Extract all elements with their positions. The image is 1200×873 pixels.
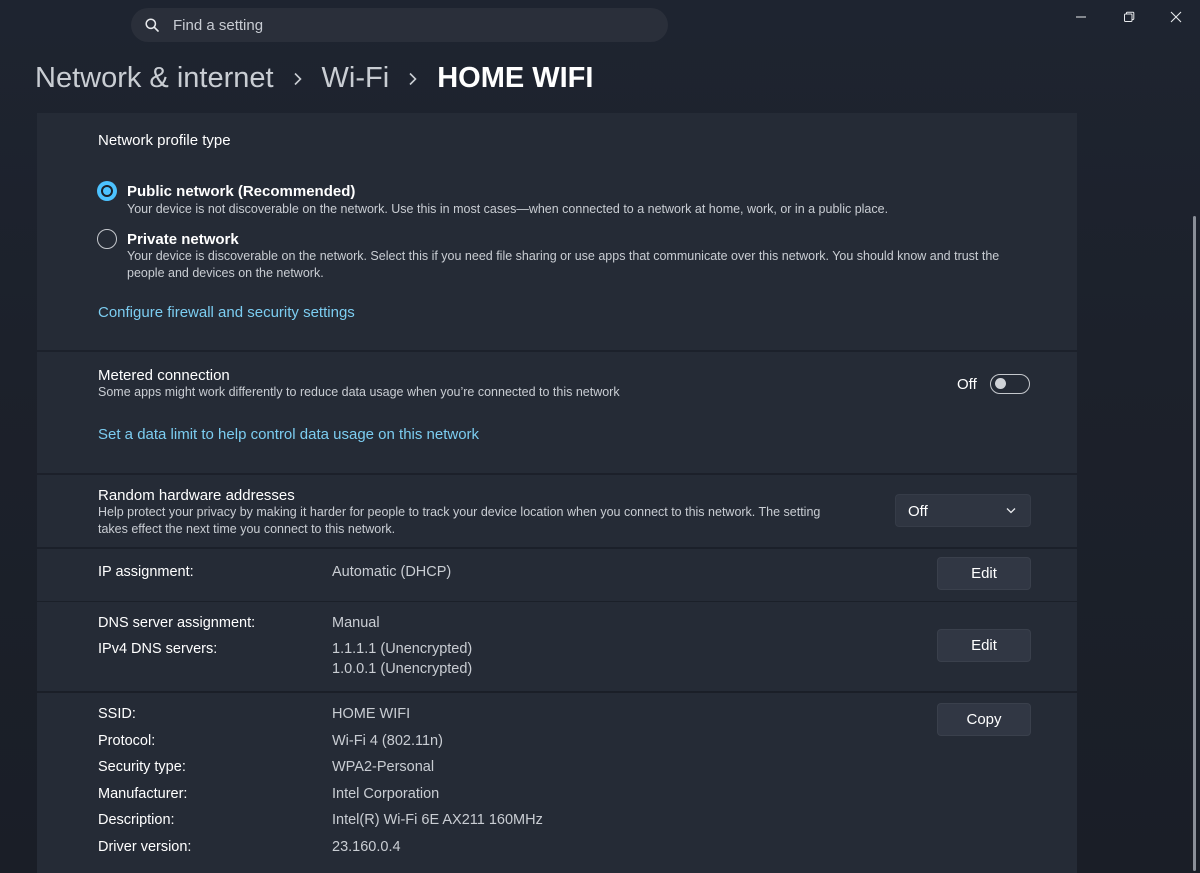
- minimize-button[interactable]: [1058, 2, 1104, 32]
- ssid-label: SSID:: [98, 706, 136, 722]
- dns-card: DNS server assignment: Manual IPv4 DNS s…: [37, 602, 1077, 691]
- metered-connection-toggle[interactable]: [990, 374, 1030, 394]
- metered-connection-title: Metered connection: [98, 367, 230, 384]
- public-network-description: Your device is not discoverable on the n…: [127, 202, 889, 216]
- breadcrumb-item-wifi[interactable]: Wi-Fi: [322, 62, 390, 95]
- metered-toggle-state: Off: [957, 376, 977, 393]
- driver-version-value: 23.160.0.4: [332, 839, 401, 855]
- ip-edit-button[interactable]: Edit: [937, 557, 1031, 590]
- close-button[interactable]: [1153, 2, 1199, 32]
- search-icon: [145, 18, 159, 32]
- private-network-description-line-1: Your device is discoverable on the netwo…: [127, 249, 1000, 263]
- metered-connection-description: Some apps might work differently to redu…: [98, 385, 620, 399]
- restore-icon: [1124, 11, 1135, 22]
- random-hardware-card: Random hardware addresses Help protect y…: [37, 475, 1077, 547]
- random-hardware-title: Random hardware addresses: [98, 487, 295, 504]
- restore-button[interactable]: [1106, 2, 1152, 32]
- random-hardware-description-line-1: Help protect your privacy by making it h…: [98, 505, 821, 519]
- dns-edit-button[interactable]: Edit: [937, 629, 1031, 662]
- random-hardware-description-line-2: takes effect the next time you connect t…: [98, 522, 396, 536]
- chevron-right-icon: [274, 62, 322, 95]
- manufacturer-label: Manufacturer:: [98, 786, 188, 802]
- chevron-right-icon: [389, 62, 437, 95]
- random-hardware-dropdown[interactable]: Off: [895, 494, 1031, 527]
- toggle-knob: [995, 378, 1006, 389]
- chevron-down-icon: [1006, 508, 1016, 514]
- private-network-description-line-2: people and devices on the network.: [127, 266, 324, 280]
- network-profile-card: Network profile type Public network (Rec…: [37, 113, 1077, 350]
- protocol-value: Wi-Fi 4 (802.11n): [332, 733, 443, 749]
- protocol-label: Protocol:: [98, 733, 156, 749]
- ipv4-dns-server-2: 1.0.0.1 (Unencrypted): [332, 661, 473, 677]
- ip-assignment-card: IP assignment: Automatic (DHCP) Edit: [37, 549, 1077, 601]
- firewall-settings-link[interactable]: Configure firewall and security settings: [98, 304, 355, 321]
- page-title: HOME WIFI: [437, 61, 594, 94]
- description-label: Description:: [98, 812, 175, 828]
- dns-assignment-label: DNS server assignment:: [98, 615, 256, 631]
- security-type-value: WPA2-Personal: [332, 759, 435, 775]
- driver-version-label: Driver version:: [98, 839, 192, 855]
- public-network-radio[interactable]: [97, 181, 117, 201]
- breadcrumb-item-network[interactable]: Network & internet: [35, 62, 274, 95]
- copy-button[interactable]: Copy: [937, 703, 1031, 736]
- metered-connection-card: Metered connection Some apps might work …: [37, 352, 1077, 473]
- ip-assignment-label: IP assignment:: [98, 564, 194, 580]
- network-profile-title: Network profile type: [98, 132, 231, 149]
- description-value: Intel(R) Wi-Fi 6E AX211 160MHz: [332, 812, 543, 828]
- data-limit-link[interactable]: Set a data limit to help control data us…: [98, 426, 479, 443]
- ipv4-dns-label: IPv4 DNS servers:: [98, 641, 218, 657]
- close-icon: [1170, 11, 1182, 23]
- dns-assignment-value: Manual: [332, 615, 380, 631]
- ssid-value: HOME WIFI: [332, 706, 411, 722]
- private-network-label[interactable]: Private network: [127, 231, 239, 248]
- private-network-radio[interactable]: [97, 229, 117, 249]
- ipv4-dns-server-1: 1.1.1.1 (Unencrypted): [332, 641, 473, 657]
- settings-content: Network profile type Public network (Rec…: [37, 113, 1077, 873]
- minimize-icon: [1076, 16, 1086, 18]
- search-box[interactable]: [131, 8, 668, 42]
- public-network-label[interactable]: Public network (Recommended): [127, 183, 355, 200]
- manufacturer-value: Intel Corporation: [332, 786, 440, 802]
- breadcrumb: Network & internet Wi-Fi HOME WIFI: [35, 58, 593, 98]
- random-hardware-selected: Off: [908, 503, 928, 520]
- ip-assignment-value: Automatic (DHCP): [332, 564, 452, 580]
- security-type-label: Security type:: [98, 759, 186, 775]
- search-input[interactable]: [173, 8, 653, 42]
- wifi-properties-card: SSID: HOME WIFI Protocol: Wi-Fi 4 (802.1…: [37, 693, 1077, 873]
- scrollbar[interactable]: [1193, 216, 1196, 871]
